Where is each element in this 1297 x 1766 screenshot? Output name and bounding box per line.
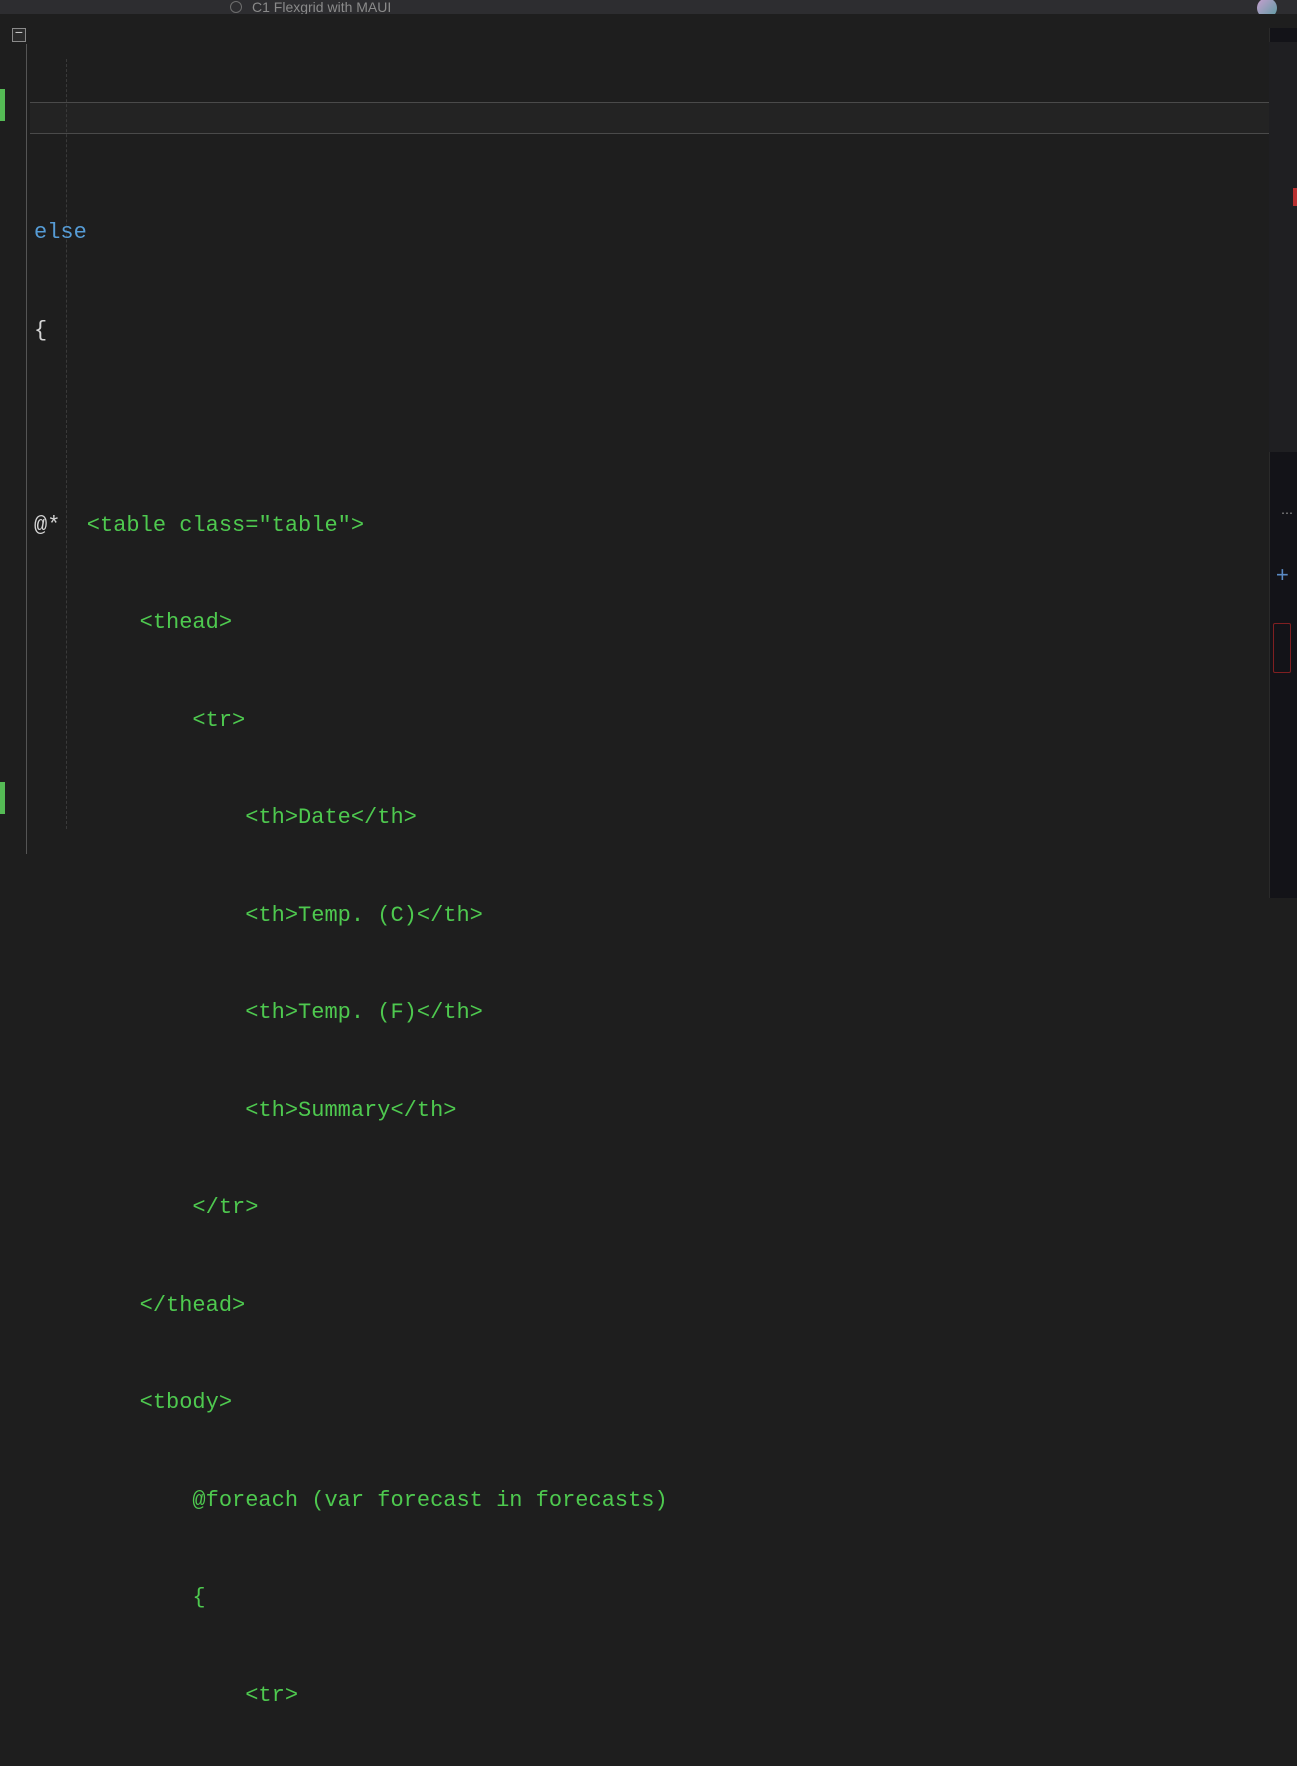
code-line: else bbox=[34, 220, 87, 245]
change-marker bbox=[0, 782, 5, 814]
plus-icon[interactable]: + bbox=[1276, 564, 1289, 589]
fold-line bbox=[26, 44, 27, 854]
title-bar: C1 Flexgrid with MAUI bbox=[0, 0, 1297, 14]
code-line: <th>Temp. (C)</th> bbox=[34, 903, 483, 928]
error-region bbox=[1273, 623, 1291, 673]
scroll-thumb[interactable] bbox=[1269, 42, 1297, 452]
code-line: @foreach (var forecast in forecasts) bbox=[34, 1488, 668, 1513]
code-line: <tr> bbox=[34, 1683, 298, 1708]
code-line: <tr> bbox=[34, 708, 245, 733]
editor-gutter[interactable]: − bbox=[0, 14, 30, 883]
window-title: C1 Flexgrid with MAUI bbox=[252, 0, 391, 14]
shield-icon bbox=[230, 1, 242, 13]
code-line: <th>Summary</th> bbox=[34, 1098, 456, 1123]
avatar[interactable] bbox=[1257, 0, 1277, 14]
editor-scrollbar-map[interactable]: ⋯ + bbox=[1269, 28, 1297, 898]
code-comment-prefix: @* bbox=[34, 513, 60, 538]
code-line: </thead> bbox=[34, 1293, 245, 1318]
code-line: <th>Date</th> bbox=[34, 805, 417, 830]
code-line: </tr> bbox=[34, 1195, 258, 1220]
code-line: <tbody> bbox=[34, 1390, 232, 1415]
code-line: <th>Temp. (F)</th> bbox=[34, 1000, 483, 1025]
change-marker bbox=[0, 89, 5, 121]
code-line: { bbox=[34, 318, 47, 343]
code-editor[interactable]: − else { @* <table class="table"> <thead… bbox=[0, 14, 1297, 883]
code-text-area[interactable]: else { @* <table class="table"> <thead> … bbox=[30, 14, 1297, 883]
fold-toggle-icon[interactable]: − bbox=[12, 28, 26, 42]
code-line: { bbox=[34, 1585, 206, 1610]
error-marker bbox=[1293, 188, 1297, 206]
code-line: <table class="table"> bbox=[60, 513, 364, 538]
overflow-icon[interactable]: ⋯ bbox=[1281, 506, 1293, 521]
code-line: <thead> bbox=[34, 610, 232, 635]
current-line-highlight bbox=[30, 102, 1297, 134]
